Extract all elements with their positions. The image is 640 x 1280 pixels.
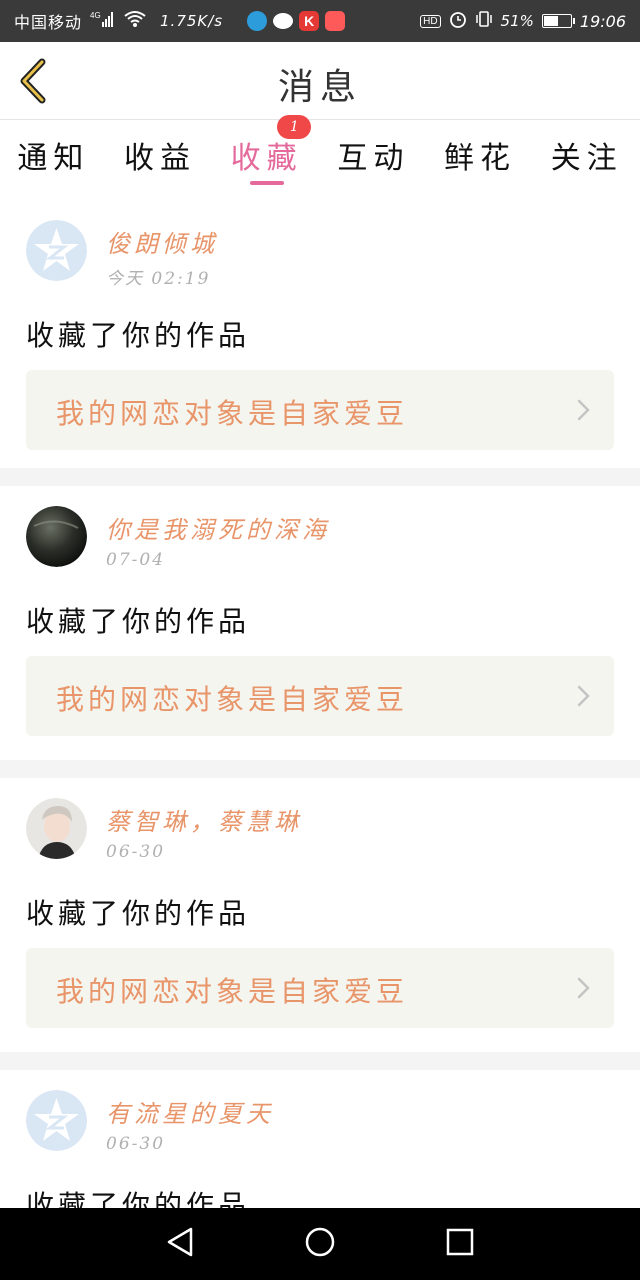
list-item: 你是我溺死的深海 07-04 收藏了你的作品 我的网恋对象是自家爱豆 — [0, 486, 640, 760]
active-tab-indicator — [249, 181, 284, 185]
work-title: 我的网恋对象是自家爱豆 — [56, 397, 409, 430]
clock: 19:06 — [579, 11, 626, 31]
timestamp: 06-30 — [106, 1134, 166, 1154]
timestamp: 07-04 — [106, 550, 166, 570]
battery-icon — [541, 14, 575, 28]
signal-icon: 4G — [90, 10, 116, 32]
battery-percent: 51% — [500, 12, 534, 30]
system-nav-bar — [0, 1208, 640, 1280]
message-list: 俊朗倾城 今天 02:19 收藏了你的作品 我的网恋对象是自家爱豆 你是我溺死的… — [0, 200, 640, 1280]
unread-badge: 1 — [277, 115, 312, 139]
tab-label: 关注 — [550, 141, 623, 176]
divider — [0, 1052, 640, 1070]
page-title: 消息 — [277, 67, 362, 108]
chevron-right-icon — [576, 684, 592, 708]
nav-recents-icon — [445, 1227, 475, 1261]
browser-app-icon — [247, 11, 268, 31]
photo-avatar-person[interactable] — [26, 798, 87, 859]
list-item: 蔡智琳，蔡慧琳 06-30 收藏了你的作品 我的网恋对象是自家爱豆 — [0, 778, 640, 1052]
svg-text:4G: 4G — [90, 11, 101, 20]
tab-label: 鲜花 — [444, 141, 517, 176]
network-speed: 1.75K/s — [160, 12, 224, 30]
nav-back-button[interactable] — [160, 1224, 200, 1264]
nav-home-button[interactable] — [300, 1224, 340, 1264]
wifi-icon — [124, 10, 146, 32]
status-bar: 中国移动 4G 1.75K/s K HD 51% 19:06 — [0, 0, 640, 42]
chat-app-icon — [273, 13, 294, 29]
default-avatar-icon[interactable] — [26, 220, 87, 281]
app-icon — [325, 11, 346, 31]
photo-avatar-dark[interactable] — [26, 506, 87, 567]
tab-interactions[interactable]: 互动 — [320, 121, 427, 201]
username[interactable]: 俊朗倾城 — [106, 224, 218, 259]
default-avatar-icon[interactable] — [26, 1090, 87, 1151]
tab-flowers[interactable]: 鲜花 — [427, 121, 534, 201]
username[interactable]: 你是我溺死的深海 — [106, 510, 330, 545]
chevron-right-icon — [576, 976, 592, 1000]
username[interactable]: 蔡智琳，蔡慧琳 — [106, 802, 302, 837]
tab-label: 通知 — [17, 141, 90, 176]
tab-label: 收益 — [124, 141, 196, 176]
alarm-icon — [449, 10, 467, 32]
header: 消息 — [0, 42, 640, 120]
tab-following[interactable]: 关注 — [533, 121, 640, 201]
nav-home-icon — [304, 1226, 336, 1262]
tab-bar: 通知 收益 收藏 1 互动 鲜花 关注 — [0, 115, 640, 201]
work-link[interactable]: 我的网恋对象是自家爱豆 — [26, 370, 614, 450]
carrier-label: 中国移动 — [14, 13, 83, 32]
tab-favorites[interactable]: 收藏 1 — [213, 115, 320, 201]
action-text: 收藏了你的作品 — [26, 897, 251, 930]
action-text: 收藏了你的作品 — [26, 319, 251, 352]
vibrate-icon — [475, 10, 493, 32]
tab-label: 互动 — [337, 141, 410, 176]
timestamp: 06-30 — [106, 842, 166, 862]
tab-notifications[interactable]: 通知 — [0, 121, 107, 201]
divider — [0, 760, 640, 778]
list-item: 俊朗倾城 今天 02:19 收藏了你的作品 我的网恋对象是自家爱豆 — [0, 200, 640, 468]
username[interactable]: 有流星的夏天 — [106, 1094, 274, 1129]
work-link[interactable]: 我的网恋对象是自家爱豆 — [26, 948, 614, 1028]
work-title: 我的网恋对象是自家爱豆 — [56, 975, 409, 1008]
tab-earnings[interactable]: 收益 — [107, 121, 214, 201]
chevron-right-icon — [576, 398, 592, 422]
tab-label: 收藏 — [230, 141, 303, 176]
divider — [0, 468, 640, 486]
hd-indicator: HD — [420, 14, 441, 28]
work-link[interactable]: 我的网恋对象是自家爱豆 — [26, 656, 614, 736]
timestamp: 今天 02:19 — [106, 269, 211, 289]
k-app-icon: K — [299, 11, 320, 31]
nav-recents-button[interactable] — [440, 1224, 480, 1264]
work-title: 我的网恋对象是自家爱豆 — [56, 683, 409, 716]
action-text: 收藏了你的作品 — [26, 605, 251, 638]
nav-back-icon — [165, 1226, 195, 1262]
